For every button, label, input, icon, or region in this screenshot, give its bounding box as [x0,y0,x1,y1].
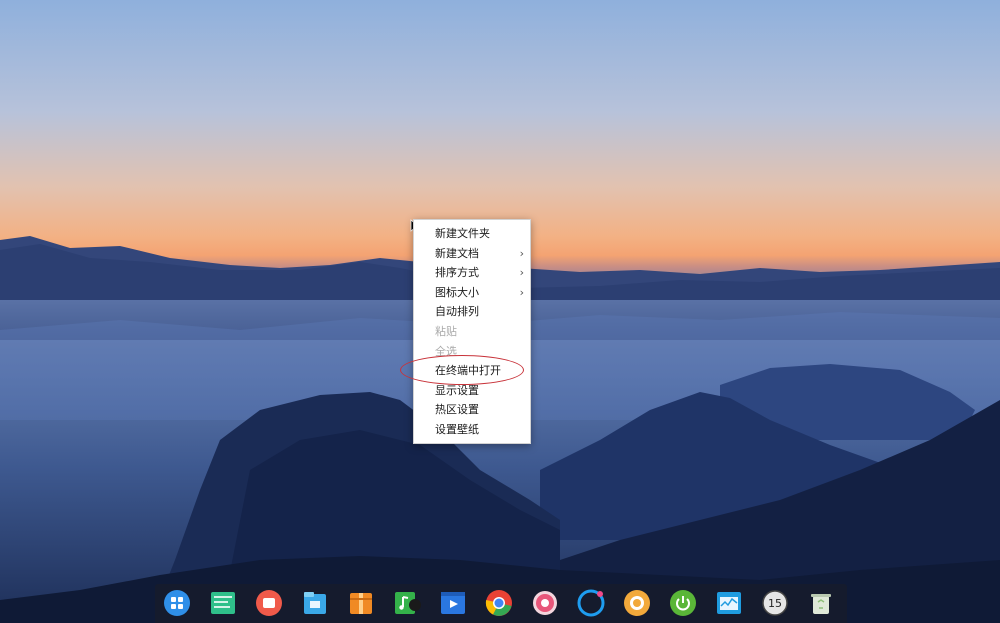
dock-item-settings[interactable] [531,589,559,617]
dock-item-clock[interactable]: 15 [761,589,789,617]
dock-item-power[interactable] [669,589,697,617]
menu-item-paste: 粘贴 [414,322,530,342]
menu-item-open-in-terminal[interactable]: 在终端中打开 [414,361,530,381]
dock-item-deepin-store[interactable] [209,589,237,617]
menu-item-label: 图标大小 [435,285,479,299]
menu-item-hot-corner-settings[interactable]: 热区设置 [414,400,530,420]
menu-item-label: 新建文件夹 [435,227,490,240]
menu-item-label: 新建文档 [435,246,479,260]
deepin-browser-icon [624,590,650,616]
movie-icon [441,592,465,614]
chevron-right-icon: › [519,285,524,299]
dock-item-system-monitor[interactable] [715,589,743,617]
menu-item-new-document[interactable]: 新建文档 › [414,244,530,264]
dock-item-screen-recorder[interactable] [255,589,283,617]
chrome-icon [485,590,512,616]
menu-item-label: 粘贴 [435,324,457,338]
menu-item-set-wallpaper[interactable]: 设置壁纸 [414,420,530,440]
file-manager-icon [304,592,326,614]
dock-item-chrome[interactable] [485,589,513,617]
dock-item-trash[interactable] [807,589,835,617]
clock-icon: 15 [762,590,788,616]
menu-item-label: 全选 [435,344,457,358]
screen-recorder-icon [256,590,282,616]
menu-item-display-settings[interactable]: 显示设置 [414,381,530,401]
power-icon [670,590,696,616]
menu-item-label: 显示设置 [435,383,479,397]
clock-text: 15 [768,597,782,610]
menu-item-icon-size[interactable]: 图标大小 › [414,283,530,303]
menu-item-label: 排序方式 [435,266,479,280]
system-monitor-icon [717,592,741,614]
music-icon [395,592,421,614]
desktop-context-menu: 新建文件夹 新建文档 › 排序方式 › 图标大小 › 自动排列 粘贴 全选 在终端中打… [413,219,531,444]
dock-item-movie[interactable] [439,589,467,617]
dock-item-file-manager[interactable] [301,589,329,617]
menu-item-new-folder[interactable]: 新建文件夹 [414,224,530,244]
menu-item-label: 设置壁纸 [435,422,479,436]
chevron-right-icon: › [519,246,524,260]
menu-item-sort-by[interactable]: 排序方式 › [414,263,530,283]
settings-icon [533,591,557,615]
chevron-right-icon: › [519,266,524,280]
dock-item-music[interactable] [393,589,421,617]
dock: 15 [155,584,847,623]
menu-item-label: 热区设置 [435,403,479,417]
dock-item-deepin-browser[interactable] [623,589,651,617]
menu-item-label: 自动排列 [435,305,479,319]
dock-item-deepin-cloud[interactable] [577,589,605,617]
dock-item-archive-manager[interactable] [347,589,375,617]
menu-item-select-all: 全选 [414,342,530,362]
menu-item-label: 在终端中打开 [435,364,501,378]
launcher-icon [164,590,190,616]
archive-manager-icon [350,593,372,614]
dock-item-launcher[interactable] [163,589,191,617]
trash-icon [811,594,831,614]
deepin-cloud-icon [577,589,605,617]
menu-item-auto-arrange[interactable]: 自动排列 [414,302,530,322]
deepin-store-icon [211,592,235,614]
